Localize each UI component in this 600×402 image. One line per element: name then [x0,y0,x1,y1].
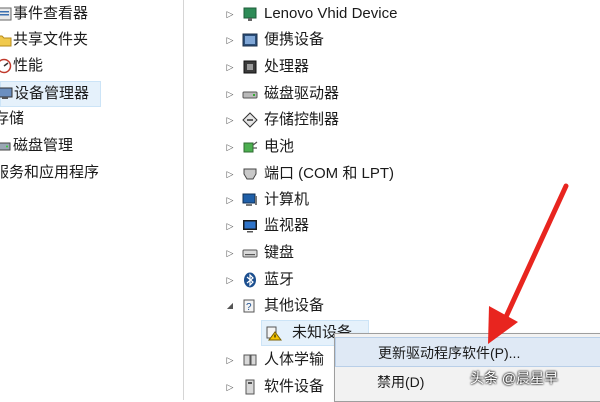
tree-item-label: 键盘 [264,244,295,261]
expand-arrow-icon[interactable]: ▷ [224,107,236,133]
svg-text:?: ? [246,302,252,313]
expand-arrow-icon[interactable]: ▷ [224,134,236,160]
monitor-icon [243,220,257,233]
disable-menu-item[interactable]: 禁用(D) [335,367,600,397]
tree-item-label: 处理器 [264,58,310,75]
tree-item-monitors[interactable]: ▷ 监视器 [224,213,354,239]
expand-arrow-icon[interactable]: ▷ [224,54,236,80]
nav-item-label: 共享文件夹 [13,31,89,48]
nav-item-label: 设备管理器 [14,85,90,102]
shared-folder-icon [0,35,12,47]
tree-item-hid[interactable]: ▷ 人体学输 [224,347,344,373]
tree-item-label: 电池 [264,138,295,155]
nav-item-disk-management[interactable]: 磁盘管理 [0,134,90,158]
nav-item-label: 性能 [13,57,44,74]
other-devices-icon: ? [243,299,255,313]
tree-item-label: Lenovo Vhid Device [264,5,398,22]
nav-item-label: 存储 [0,110,25,127]
expand-arrow-icon[interactable]: ▷ [224,240,236,266]
tree-item-label: 软件设备 [264,378,325,395]
context-menu: 更新驱动程序软件(P)... 禁用(D) [334,333,600,402]
tree-item-computer[interactable]: ▷ 计算机 [224,187,354,213]
tree-item-processors[interactable]: ▷ 处理器 [224,54,364,80]
tree-item-keyboards[interactable]: ▷ 键盘 [224,240,344,266]
tree-item-software-devices[interactable]: ▷ 软件设备 [224,374,344,400]
hid-icon [243,354,257,366]
nav-item-event-viewer[interactable]: 事件查看器 [0,2,100,26]
event-viewer-icon [0,7,12,21]
expand-arrow-icon[interactable]: ▷ [224,161,236,187]
menu-item-label: 禁用(D) [377,374,425,390]
bluetooth-icon [244,272,256,288]
tree-item-lenovo-vhid[interactable]: ▷ Lenovo Vhid Device [224,1,464,27]
nav-item-label: 服务和应用程序 [0,164,100,181]
port-icon [243,168,257,180]
update-driver-menu-item[interactable]: 更新驱动程序软件(P)... [335,337,600,367]
tree-item-label: 便携设备 [264,31,325,48]
processor-icon [243,60,257,74]
expand-arrow-icon[interactable]: ▷ [224,347,236,373]
expand-arrow-icon[interactable]: ▷ [224,1,236,27]
watermark-text: 头条 @晨星早 [470,370,559,386]
expand-arrow-icon[interactable]: ▷ [224,187,236,213]
tree-item-label: 端口 (COM 和 LPT) [264,165,394,182]
tree-item-label: 人体学输 [264,351,325,368]
nav-item-shared-folders[interactable]: 共享文件夹 [0,28,100,52]
nav-item-performance[interactable]: 性能 [0,54,60,78]
hid-device-icon [243,7,257,21]
disk-drive-icon [242,91,258,99]
performance-icon [0,58,12,74]
tree-item-bluetooth[interactable]: ▷ 蓝牙 [224,267,344,293]
tree-item-label: 监视器 [264,217,310,234]
menu-item-label: 更新驱动程序软件(P)... [378,345,521,361]
computer-icon [242,193,257,206]
expand-arrow-icon[interactable]: ▷ [224,27,236,53]
tree-item-storage-controllers[interactable]: ▷ 存储控制器 [224,107,374,133]
keyboard-icon [242,249,258,258]
tree-item-portable-devices[interactable]: ▷ 便携设备 [224,27,364,53]
tree-item-other-devices[interactable]: ◢ ? 其他设备 [224,293,364,319]
storage-controller-icon [242,112,258,128]
tree-item-label: 计算机 [264,191,310,208]
nav-item-services-apps[interactable]: 服务和应用程序 [0,161,110,185]
nav-item-label: 事件查看器 [13,5,89,22]
device-manager-icon [0,87,13,99]
software-device-icon [245,379,255,395]
expand-arrow-icon[interactable]: ▷ [224,267,236,293]
tree-item-ports[interactable]: ▷ 端口 (COM 和 LPT) [224,161,424,187]
tree-item-disk-drives[interactable]: ▷ 磁盘驱动器 [224,81,374,107]
portable-device-icon [242,33,258,47]
battery-icon [243,141,258,153]
expand-arrow-icon[interactable]: ▷ [224,374,236,400]
tree-item-label: 其他设备 [264,297,325,314]
unknown-device-warning-icon [266,326,282,341]
nav-item-device-manager[interactable]: 设备管理器 [0,81,101,107]
nav-item-label: 磁盘管理 [13,137,74,154]
nav-item-storage[interactable]: 存储 [0,107,40,131]
tree-item-batteries[interactable]: ▷ 电池 [224,134,344,160]
expand-arrow-icon[interactable]: ▷ [224,213,236,239]
tree-item-label: 蓝牙 [264,271,295,288]
tree-item-label: 存储控制器 [264,111,340,128]
tree-item-label: 磁盘驱动器 [264,85,340,102]
expand-arrow-icon[interactable]: ▷ [224,81,236,107]
left-nav-pane: 事件查看器 共享文件夹 性能 设备管理器 存储 磁盘管理 服务和应用程序 [0,0,183,400]
disk-management-icon [0,142,11,151]
collapse-arrow-icon[interactable]: ◢ [224,293,236,319]
